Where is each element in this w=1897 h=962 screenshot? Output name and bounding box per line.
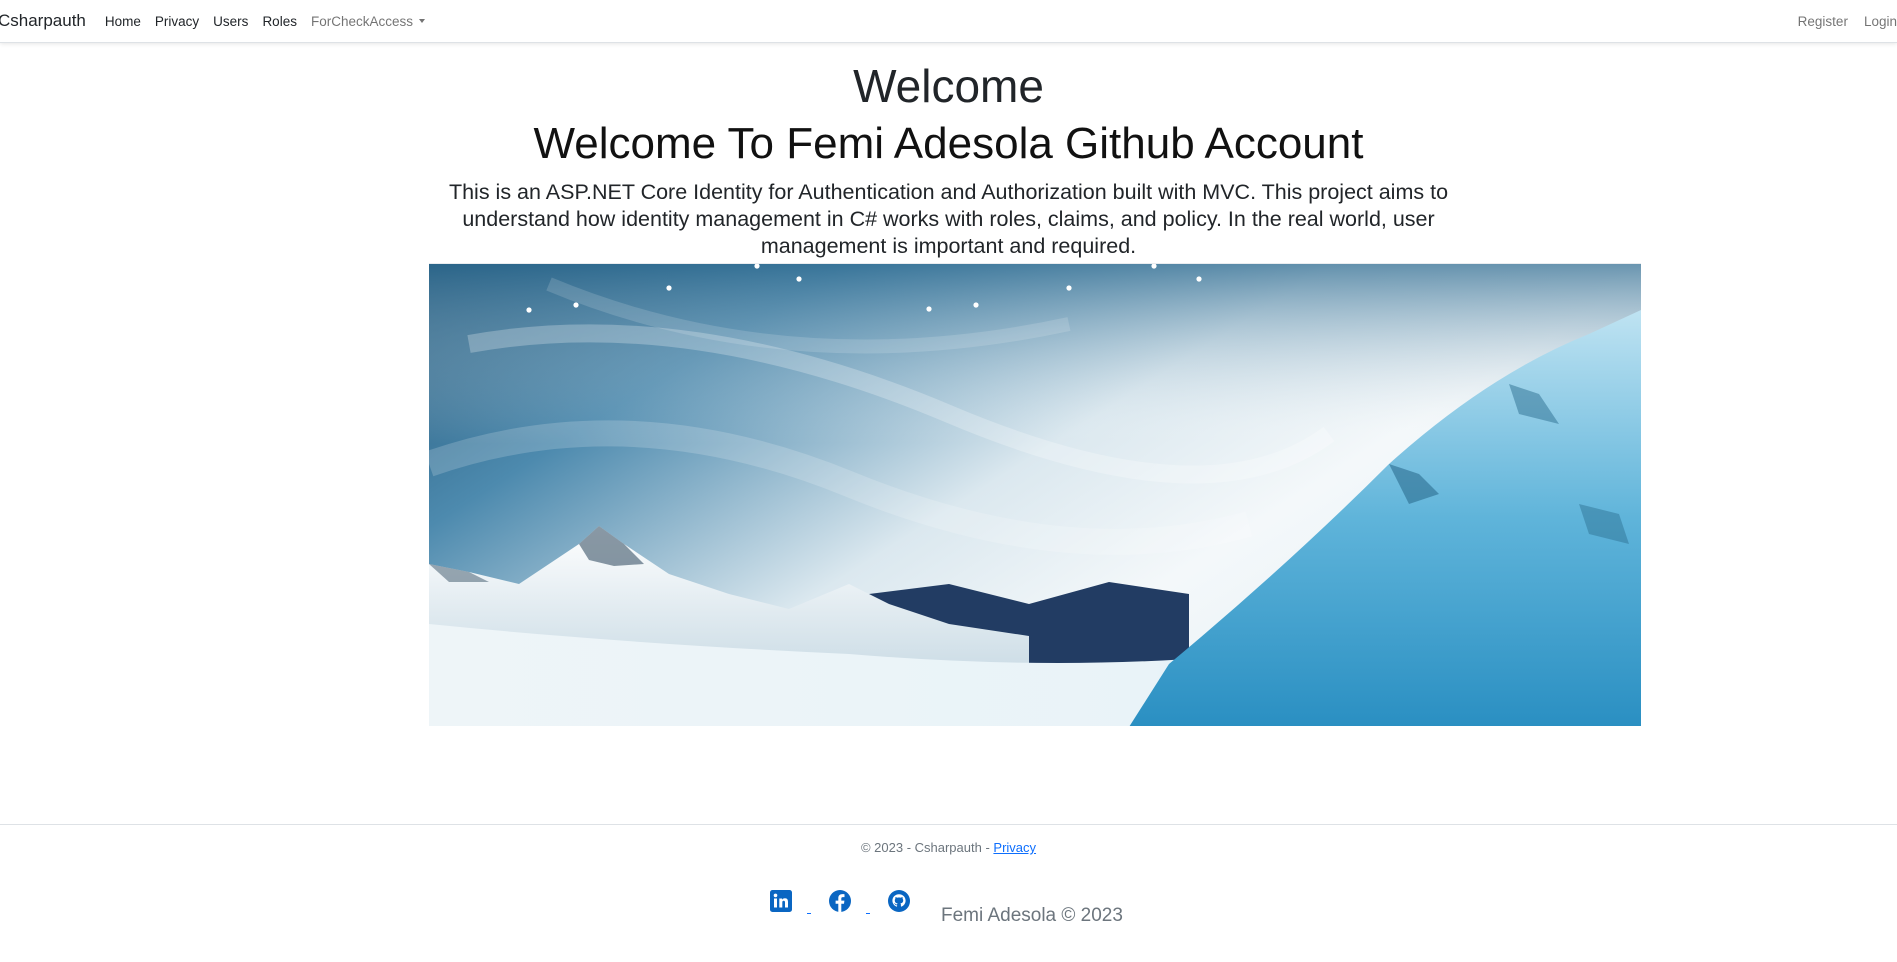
login-link[interactable]: Login: [1864, 14, 1897, 29]
copyright-text: © 2023 - Csharpauth -: [860, 840, 994, 855]
facebook-icon: [829, 890, 851, 912]
footer-signature: Femi Adesola © 2023: [941, 905, 1123, 926]
copyright-line: © 2023 - Csharpauth - Privacy: [0, 840, 1897, 855]
page-subtitle: Welcome To Femi Adesola Github Account: [533, 118, 1364, 168]
github-link[interactable]: [887, 889, 911, 918]
linkedin-icon: [770, 890, 792, 912]
facebook-link[interactable]: [828, 889, 852, 918]
nav-home-link[interactable]: Home: [105, 14, 141, 29]
github-icon: [888, 890, 910, 912]
forcheckaccess-dropdown[interactable]: ForCheckAccess: [311, 14, 425, 29]
footer-privacy-link[interactable]: Privacy: [993, 840, 1036, 855]
register-link[interactable]: Register: [1798, 14, 1848, 29]
nav-right: Register Login: [1782, 0, 1897, 43]
footer: © 2023 - Csharpauth - Privacy Femi Adeso…: [0, 824, 1897, 962]
intro-paragraph: This is an ASP.NET Core Identity for Aut…: [448, 180, 1449, 259]
navbar: Csharpauth Home Privacy Users Roles ForC…: [0, 0, 1897, 43]
nav-roles-link[interactable]: Roles: [262, 14, 297, 29]
hero-image: [429, 263, 1641, 726]
nav-privacy-link[interactable]: Privacy: [155, 14, 199, 29]
separator: [866, 913, 870, 914]
nav-users-link[interactable]: Users: [213, 14, 248, 29]
social-links: [769, 889, 911, 918]
dropdown-label: ForCheckAccess: [310, 13, 413, 29]
page-title: Welcome: [853, 60, 1044, 112]
snowy-mountains-illustration: [429, 264, 1641, 726]
caret-down-icon: [418, 19, 425, 23]
separator: [807, 913, 811, 914]
main-content: Welcome Welcome To Femi Adesola Github A…: [0, 43, 1897, 260]
brand-link[interactable]: Csharpauth: [0, 11, 86, 31]
linkedin-link[interactable]: [769, 889, 793, 918]
